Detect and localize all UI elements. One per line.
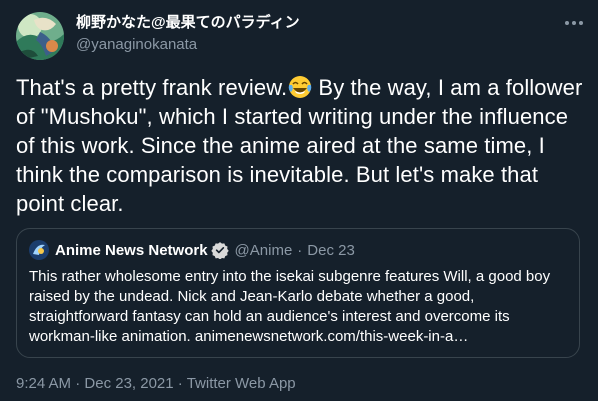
- anime-news-network-logo-icon: [29, 240, 49, 260]
- quoted-separator: ·: [297, 241, 303, 259]
- author-info: 柳野かなた@最果てのパラディン @yanaginokanata: [76, 13, 300, 55]
- tweet-text-part1: That's a pretty frank review.: [16, 75, 288, 100]
- tweet-time[interactable]: 9:24 AM: [16, 375, 71, 392]
- avatar[interactable]: [16, 12, 64, 60]
- tweet-source[interactable]: Twitter Web App: [187, 375, 296, 392]
- more-options-button[interactable]: [560, 12, 588, 34]
- tweet-text: That's a pretty frank review. By the way…: [16, 73, 586, 218]
- quoted-tweet-header: Anime News Network @Anime · Dec 23: [29, 240, 355, 260]
- more-dots-icon: [565, 21, 583, 25]
- quoted-author-handle[interactable]: @Anime: [235, 242, 293, 259]
- face-with-tears-of-joy-icon: [288, 76, 312, 98]
- meta-separator-1: ·: [71, 375, 85, 392]
- tweet-metadata: 9:24 AM · Dec 23, 2021 · Twitter Web App: [16, 374, 296, 394]
- quoted-tweet-text: This rather wholesome entry into the ise…: [29, 268, 551, 345]
- quoted-date[interactable]: Dec 23: [307, 242, 355, 259]
- author-handle[interactable]: @yanaginokanata: [76, 35, 300, 55]
- quoted-author-name[interactable]: Anime News Network: [55, 242, 208, 259]
- tweet: 柳野かなた@最果てのパラディン @yanaginokanata That's a…: [0, 0, 598, 401]
- tweet-date[interactable]: Dec 23, 2021: [84, 375, 173, 392]
- meta-separator-2: ·: [173, 375, 187, 392]
- quoted-tweet[interactable]: Anime News Network @Anime · Dec 23 This …: [16, 228, 580, 358]
- verified-badge-icon: [210, 242, 229, 259]
- author-display-name[interactable]: 柳野かなた@最果てのパラディン: [76, 13, 300, 33]
- avatar-illustration-icon: [16, 12, 64, 60]
